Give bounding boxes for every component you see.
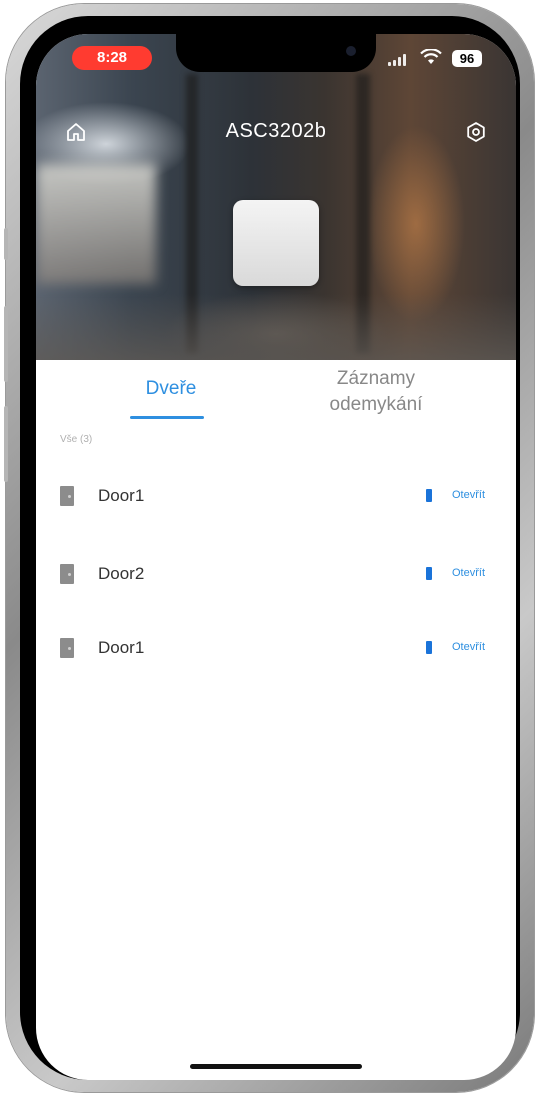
tab-unlock-records-line2: odemykání xyxy=(329,394,423,415)
tab-unlock-records-line1: Záznamy xyxy=(336,368,416,389)
home-indicator[interactable] xyxy=(190,1064,362,1069)
status-bar: 8:28 96 xyxy=(36,34,516,78)
unlock-icon[interactable] xyxy=(426,489,432,502)
door-name: Door1 xyxy=(98,486,145,505)
volume-down-button xyxy=(4,406,8,482)
door-count-label: Vše (3) xyxy=(60,434,93,445)
tab-doors[interactable]: Dveře xyxy=(116,378,226,400)
page-title: ASC3202b xyxy=(225,120,327,142)
tab-active-indicator xyxy=(130,416,204,419)
hero-background xyxy=(36,34,516,360)
volume-up-button xyxy=(4,306,8,382)
door-icon xyxy=(60,564,74,584)
list-item[interactable]: Door1 Otevřít xyxy=(36,466,516,526)
open-door-button[interactable]: Otevřít xyxy=(452,489,485,501)
wifi-icon xyxy=(420,49,442,64)
notch xyxy=(176,34,376,72)
status-time: 8:28 xyxy=(72,46,152,70)
signal-icon xyxy=(388,54,410,66)
list-item[interactable]: Door1 Otevřít xyxy=(36,618,516,678)
door-icon xyxy=(60,486,74,506)
battery-indicator: 96 xyxy=(452,50,482,67)
device-image xyxy=(233,200,319,286)
open-door-button[interactable]: Otevřít xyxy=(452,567,485,579)
home-icon[interactable] xyxy=(64,120,88,144)
silent-switch xyxy=(4,228,8,260)
app-screen: 8:28 96 ASC3202b Dveře Záznamy odemykání… xyxy=(36,34,516,1080)
unlock-icon[interactable] xyxy=(426,567,432,580)
front-camera xyxy=(346,46,356,56)
unlock-icon[interactable] xyxy=(426,641,432,654)
open-door-button[interactable]: Otevřít xyxy=(452,641,485,653)
door-icon xyxy=(60,638,74,658)
door-name: Door2 xyxy=(98,564,145,583)
settings-icon[interactable] xyxy=(464,120,488,144)
list-item[interactable]: Door2 Otevřít xyxy=(36,544,516,604)
tab-unlock-records[interactable]: Záznamy odemykání xyxy=(306,366,446,418)
door-name: Door1 xyxy=(98,638,145,657)
